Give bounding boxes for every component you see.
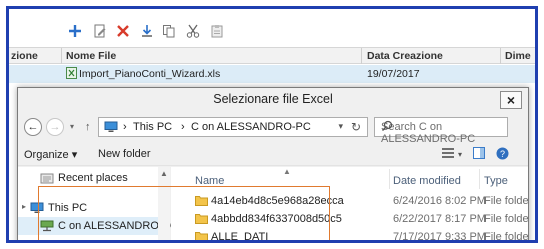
recent-places-icon (40, 172, 54, 184)
view-options-icon[interactable] (442, 147, 454, 161)
forward-icon[interactable]: → (46, 118, 64, 136)
new-folder-button[interactable]: New folder (98, 148, 151, 160)
file-type: File folder (484, 213, 529, 225)
svg-text:?: ? (500, 149, 505, 159)
breadcrumb-drive[interactable]: C on ALESSANDRO-PC (191, 121, 311, 133)
file-date-cell: 19/07/2017 (367, 68, 420, 80)
search-icon[interactable] (381, 120, 502, 135)
file-date: 6/22/2017 8:17 PM (393, 213, 486, 225)
scroll-up-icon[interactable]: ▲ (160, 169, 168, 178)
breadcrumb-this-pc[interactable]: This PC (133, 121, 172, 133)
grid-header: zione Nome File Data Creazione Dime (9, 47, 535, 64)
search-input[interactable]: Search C on ALESSANDRO-PC (374, 117, 508, 145)
column-header-data-creazione[interactable]: Data Creazione (367, 50, 443, 62)
table-row[interactable]: Import_PianoConti_Wizard.xls 19/07/2017 (9, 65, 535, 83)
organize-button[interactable]: Organize ▾ (24, 148, 77, 161)
column-header-label: Type (484, 175, 508, 187)
column-header-type[interactable]: Type (479, 167, 528, 191)
screenshot-frame: zione Nome File Data Creazione Dime Impo… (6, 6, 538, 243)
file-date: 6/24/2016 8:02 PM (393, 195, 486, 207)
download-icon[interactable] (139, 23, 155, 39)
breadcrumb-separator[interactable]: › (181, 121, 185, 133)
computer-icon (104, 121, 118, 133)
breadcrumb-separator[interactable]: › (123, 121, 127, 133)
recent-locations-chevron-icon[interactable]: ▾ (70, 122, 74, 131)
column-header-nome-file[interactable]: Nome File (66, 50, 116, 62)
column-header-dimensione[interactable]: Dime (505, 50, 531, 62)
file-open-dialog: Selezionare file Excel × ← → ▾ ↑ › This … (17, 87, 529, 243)
dialog-title: Selezionare file Excel (18, 88, 528, 112)
app-toolbar (9, 9, 535, 45)
command-bar: Organize ▾ New folder ▾ ? (18, 144, 528, 166)
navigation-bar: ← → ▾ ↑ › This PC › C on ALESSANDRO-PC ▾… (18, 112, 528, 145)
help-icon[interactable]: ? (496, 147, 509, 163)
nav-item-label: Recent places (58, 172, 128, 184)
file-date: 7/17/2017 9:33 PM (393, 231, 486, 243)
delete-icon[interactable] (115, 23, 131, 39)
refresh-icon[interactable]: ↻ (351, 120, 361, 134)
highlight-box (38, 186, 330, 240)
expand-chevron-icon[interactable]: ▸ (22, 202, 26, 211)
preview-pane-icon[interactable] (473, 147, 485, 162)
address-bar[interactable]: › This PC › C on ALESSANDRO-PC ▾ ↻ (98, 117, 368, 137)
file-type: File folder (484, 231, 529, 243)
column-header-label: Date modified (393, 175, 461, 187)
cut-icon[interactable] (185, 23, 201, 39)
edit-icon[interactable] (92, 23, 108, 39)
address-dropdown-icon[interactable]: ▾ (338, 121, 343, 132)
add-icon[interactable] (67, 23, 83, 39)
paste-icon[interactable] (209, 23, 225, 39)
excel-file-icon (66, 67, 77, 82)
up-arrow-icon[interactable]: ↑ (85, 121, 91, 133)
file-name-cell: Import_PianoConti_Wizard.xls (79, 68, 221, 80)
back-icon[interactable]: ← (24, 118, 42, 136)
file-type: File folder (484, 195, 529, 207)
close-button[interactable]: × (500, 91, 522, 109)
copy-icon[interactable] (161, 23, 177, 39)
column-header-date-modified[interactable]: Date modified (389, 167, 479, 191)
nav-item-recent-places[interactable]: Recent places (18, 169, 158, 187)
view-dropdown-icon[interactable]: ▾ (458, 150, 462, 159)
column-header[interactable]: zione (11, 50, 38, 62)
